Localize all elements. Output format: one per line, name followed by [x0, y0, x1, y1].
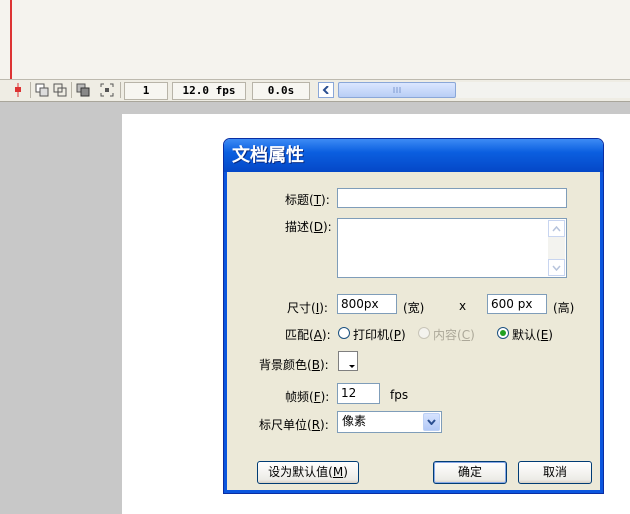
onion-skin-icon[interactable] [35, 83, 49, 97]
status-separator [120, 82, 121, 98]
status-separator [71, 82, 72, 98]
description-scrollbar[interactable] [548, 220, 565, 276]
scroll-left-button[interactable] [318, 82, 334, 98]
cancel-button[interactable]: 取消 [518, 461, 592, 484]
background-color-label: 背景颜色(B): [259, 358, 329, 372]
ok-button[interactable]: 确定 [433, 461, 507, 484]
frame-rate-input[interactable]: 12 [337, 383, 380, 404]
title-input[interactable] [337, 188, 567, 208]
dialog-border [224, 172, 227, 493]
frame-rate-label: 帧频(F): [285, 390, 330, 404]
scroll-up-button[interactable] [548, 220, 565, 237]
match-label: 匹配(A): [285, 328, 331, 342]
dimensions-label: 尺寸(I): [287, 301, 328, 315]
dialog-border [600, 172, 603, 493]
height-unit-label: (高) [553, 301, 575, 315]
scroll-down-button[interactable] [548, 259, 565, 276]
playhead-line[interactable] [10, 0, 12, 80]
dropdown-arrow-icon [349, 365, 355, 368]
match-printer-radio[interactable] [338, 327, 350, 339]
grip-icon [393, 87, 401, 93]
background-color-swatch[interactable] [338, 351, 358, 371]
modify-onion-markers-icon[interactable] [100, 83, 114, 97]
ruler-units-label: 标尺单位(R): [259, 418, 329, 432]
frame-rate-unit: fps [390, 388, 409, 402]
make-default-button[interactable]: 设为默认值(M) [257, 461, 359, 484]
horizontal-scroll-track[interactable] [456, 82, 630, 98]
ruler-units-value: 像素 [342, 414, 367, 428]
ruler-units-dropdown-button[interactable] [423, 413, 440, 431]
onion-skin-outlines-icon[interactable] [53, 83, 67, 97]
status-separator [30, 82, 31, 98]
match-default-label[interactable]: 默认(E) [512, 326, 553, 343]
elapsed-time-field: 0.0s [252, 82, 310, 100]
horizontal-scroll-thumb[interactable] [338, 82, 456, 98]
match-default-radio[interactable] [497, 327, 509, 339]
center-frame-icon[interactable] [11, 83, 25, 97]
width-input[interactable]: 800px [337, 294, 397, 314]
match-contents-label: 内容(C) [433, 328, 475, 342]
current-frame-field: 1 [124, 82, 168, 100]
chevron-up-icon [552, 225, 561, 231]
title-label: 标题(T): [285, 193, 330, 207]
edit-multiple-frames-icon[interactable] [76, 83, 90, 97]
match-printer-label[interactable]: 打印机(P) [353, 326, 406, 343]
width-unit-label: (宽) [403, 301, 425, 315]
timeline-panel [0, 0, 630, 80]
ruler-units-select[interactable]: 像素 [337, 411, 442, 433]
description-label: 描述(D): [285, 220, 332, 234]
match-contents-radio [418, 327, 430, 339]
dialog-title[interactable]: 文档属性 [224, 139, 603, 172]
chevron-down-icon [427, 419, 436, 425]
description-textarea[interactable] [337, 218, 567, 278]
chevron-left-icon [322, 86, 329, 94]
times-label: x [459, 299, 467, 313]
chevron-down-icon [552, 265, 561, 271]
dialog-border [224, 490, 603, 493]
pasteboard [0, 102, 630, 114]
document-properties-dialog: 文档属性 标题(T): 描述(D): 尺寸(I): 800px (宽) x 60… [223, 138, 604, 494]
frame-rate-field: 12.0 fps [172, 82, 246, 100]
radio-selected-dot [500, 330, 506, 336]
height-input[interactable]: 600 px [487, 294, 547, 314]
